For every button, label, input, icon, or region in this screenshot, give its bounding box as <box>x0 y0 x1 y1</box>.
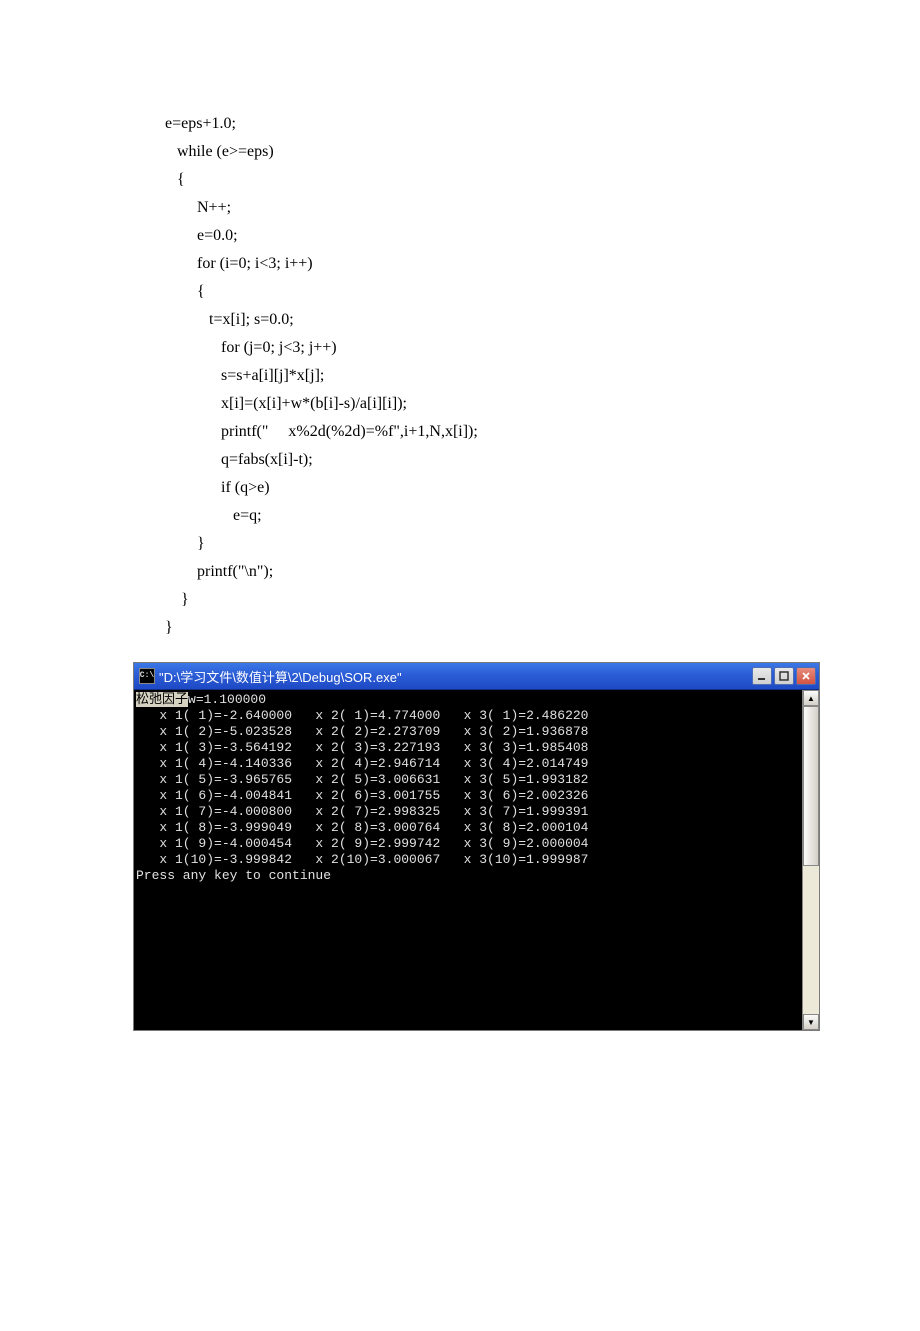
code-line: e=eps+1.0; <box>165 115 236 132</box>
code-line: } <box>165 619 173 636</box>
code-line: } <box>165 535 205 552</box>
scroll-down-button[interactable]: ▼ <box>803 1014 819 1030</box>
scroll-up-button[interactable]: ▲ <box>803 690 819 706</box>
code-line: x[i]=(x[i]+w*(b[i]-s)/a[i][i]); <box>165 395 407 412</box>
console-row: x 1( 6)=-4.004841 x 2( 6)=3.001755 x 3( … <box>136 788 588 803</box>
console-body: 松弛因子w=1.100000 x 1( 1)=-2.640000 x 2( 1)… <box>134 690 819 1030</box>
scroll-thumb[interactable] <box>803 706 819 866</box>
vertical-scrollbar[interactable]: ▲ ▼ <box>802 690 819 1030</box>
code-line: for (i=0; i<3; i++) <box>165 255 313 272</box>
code-line: e=q; <box>165 507 262 524</box>
code-line: q=fabs(x[i]-t); <box>165 451 313 468</box>
console-row: x 1( 9)=-4.000454 x 2( 9)=2.999742 x 3( … <box>136 836 588 851</box>
window-controls <box>752 667 819 685</box>
console-row: x 1( 5)=-3.965765 x 2( 5)=3.006631 x 3( … <box>136 772 588 787</box>
console-row: x 1( 2)=-5.023528 x 2( 2)=2.273709 x 3( … <box>136 724 588 739</box>
code-line: s=s+a[i][j]*x[j]; <box>165 367 324 384</box>
code-line: printf("\n"); <box>165 563 273 580</box>
code-line: for (j=0; j<3; j++) <box>165 339 337 356</box>
code-line: N++; <box>165 199 231 216</box>
highlighted-text: 松弛因子 <box>136 692 188 707</box>
maximize-button[interactable] <box>774 667 794 685</box>
close-button[interactable] <box>796 667 816 685</box>
console-row: x 1( 4)=-4.140336 x 2( 4)=2.946714 x 3( … <box>136 756 588 771</box>
code-line: if (q>e) <box>165 479 270 496</box>
source-code-block: e=eps+1.0; while (e>=eps) { N++; e=0.0; … <box>0 0 920 662</box>
cmd-icon: C:\ <box>139 668 155 684</box>
minimize-button[interactable] <box>752 667 772 685</box>
console-row: x 1(10)=-3.999842 x 2(10)=3.000067 x 3(1… <box>136 852 588 867</box>
console-row: x 1( 7)=-4.000800 x 2( 7)=2.998325 x 3( … <box>136 804 588 819</box>
console-row: x 1( 1)=-2.640000 x 2( 1)=4.774000 x 3( … <box>136 708 588 723</box>
code-line: } <box>165 591 189 608</box>
w-value: w=1.100000 <box>188 692 266 707</box>
console-window: C:\ "D:\学习文件\数值计算\2\Debug\SOR.exe" 松弛因子w… <box>133 662 820 1031</box>
code-line: while (e>=eps) <box>165 143 274 160</box>
console-output: 松弛因子w=1.100000 x 1( 1)=-2.640000 x 2( 1)… <box>134 690 802 1030</box>
code-line: { <box>165 283 205 300</box>
scroll-track[interactable] <box>803 706 819 1014</box>
press-any-key: Press any key to continue <box>136 868 331 883</box>
code-line: { <box>165 171 185 188</box>
console-row: x 1( 8)=-3.999049 x 2( 8)=3.000764 x 3( … <box>136 820 588 835</box>
code-line: e=0.0; <box>165 227 238 244</box>
console-row: x 1( 3)=-3.564192 x 2( 3)=3.227193 x 3( … <box>136 740 588 755</box>
code-line: t=x[i]; s=0.0; <box>165 311 294 328</box>
window-titlebar[interactable]: C:\ "D:\学习文件\数值计算\2\Debug\SOR.exe" <box>134 663 819 690</box>
code-line: printf(" x%2d(%2d)=%f",i+1,N,x[i]); <box>165 423 478 440</box>
document-page: e=eps+1.0; while (e>=eps) { N++; e=0.0; … <box>0 0 920 1031</box>
window-title: "D:\学习文件\数值计算\2\Debug\SOR.exe" <box>159 667 752 686</box>
